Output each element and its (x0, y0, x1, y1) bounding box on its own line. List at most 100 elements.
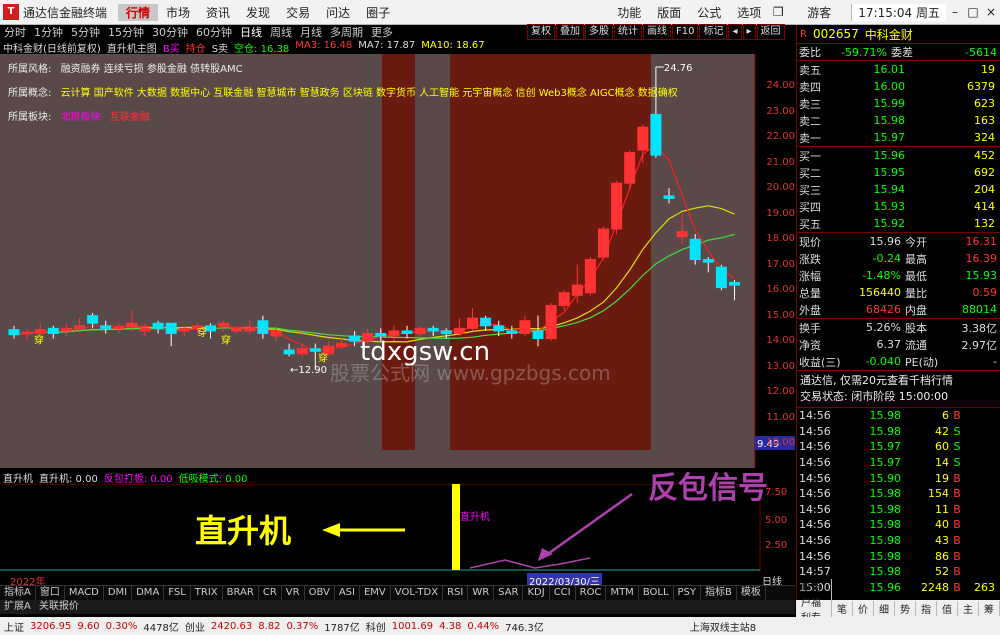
indicator-tab-模板[interactable]: 模板 (737, 586, 766, 600)
toolbar-next-icon[interactable]: ▸ (742, 24, 756, 40)
cy-label[interactable]: 创业 (185, 619, 205, 634)
toolbar-biaoji[interactable]: 标记 (699, 24, 728, 40)
indicator-tab-boll[interactable]: BOLL (639, 586, 674, 600)
board-tag-fintech[interactable]: 互联金融 (110, 112, 150, 123)
period-daily[interactable]: 日线 (236, 24, 266, 40)
toolbar-diejia[interactable]: 叠加 (556, 24, 584, 40)
sell-row[interactable]: 卖二 15.98 163 (797, 112, 1000, 129)
trade-ad[interactable]: 通达信, 仅需20元查看千档行情 (800, 373, 997, 389)
toolbar-tongji[interactable]: 统计 (614, 24, 642, 40)
indicator-tab-psy[interactable]: PSY (674, 586, 702, 600)
quote-panel: R 002657 中科金财 委比 -59.71% 委差 -5614 卖五 16.0… (796, 25, 1000, 617)
toolbar-fuquan[interactable]: 复权 (527, 24, 555, 40)
quote-tab[interactable]: 价 (853, 601, 874, 616)
stat-value: 15.93 (965, 269, 998, 282)
maximize-icon[interactable]: □ (964, 5, 982, 19)
sell-row[interactable]: 卖三 15.99 623 (797, 95, 1000, 112)
indicator-tab-窗口[interactable]: 窗口 (36, 586, 65, 600)
quote-tab[interactable]: 指 (916, 601, 937, 616)
menu-banmian[interactable]: 版面 (649, 4, 689, 21)
period-multi[interactable]: 多周期 (326, 24, 367, 40)
sell-price: 16.00 (873, 80, 906, 93)
minimize-icon[interactable]: – (946, 5, 964, 19)
board-tag-beijing[interactable]: 北京板块 (61, 112, 101, 123)
menu-zixun[interactable]: 资讯 (198, 4, 238, 21)
stat-value: 6.37 (876, 338, 902, 351)
indicator-tab-brar[interactable]: BRAR (223, 586, 259, 600)
indicator-tab-emv[interactable]: EMV (360, 586, 391, 600)
sell-volume: 324 (974, 131, 995, 144)
toolbar-duogu[interactable]: 多股 (585, 24, 613, 40)
indicator-name[interactable]: 直升机主图 (107, 40, 157, 55)
menu-gongshi[interactable]: 公式 (689, 4, 729, 21)
quote-tab[interactable]: 势 (895, 601, 916, 616)
indicator-tab-wr[interactable]: WR (468, 586, 495, 600)
price-tick: 10.00 (766, 437, 795, 448)
sh-label[interactable]: 上证 (4, 619, 24, 634)
quote-tab[interactable]: 笔 (832, 601, 853, 616)
toolbar-fanhui[interactable]: 返回 (756, 24, 785, 40)
guest-login[interactable]: 游客 (807, 4, 831, 21)
period-more[interactable]: 更多 (367, 24, 397, 40)
indicator-tab-asi[interactable]: ASI (335, 586, 360, 600)
period-1min[interactable]: 1分钟 (30, 24, 67, 40)
period-15min[interactable]: 15分钟 (104, 24, 148, 40)
indicator-tab-dmi[interactable]: DMI (104, 586, 133, 600)
stat-row: 外盘 68426 内盘 88014 (797, 301, 1000, 318)
toolbar-f10[interactable]: F10 (672, 24, 699, 40)
kc-label[interactable]: 科创 (366, 619, 386, 634)
indicator-tab-vol-tdx[interactable]: VOL-TDX (391, 586, 444, 600)
menu-xuanxiang[interactable]: 选项 (729, 4, 769, 21)
buy-row[interactable]: 买五 15.92 132 (797, 215, 1000, 232)
menu-wenda[interactable]: 问达 (318, 4, 358, 21)
tab-guanlian[interactable]: 关联报价 (35, 600, 83, 614)
period-weekly[interactable]: 周线 (266, 24, 296, 40)
restore-icon[interactable]: ❐ (769, 5, 787, 19)
indicator-tab-kdj[interactable]: KDJ (523, 586, 550, 600)
quote-tab[interactable]: 细 (874, 601, 895, 616)
buy-row[interactable]: 买四 15.93 414 (797, 198, 1000, 215)
period-monthly[interactable]: 月线 (296, 24, 326, 40)
indicator-tab-指标b[interactable]: 指标B (701, 586, 737, 600)
indicator-tab-sar[interactable]: SAR (494, 586, 524, 600)
sell-row[interactable]: 卖一 15.97 324 (797, 129, 1000, 146)
toolbar-huaxian[interactable]: 画线 (643, 24, 671, 40)
period-30min[interactable]: 30分钟 (148, 24, 192, 40)
toolbar-prev-icon[interactable]: ◂ (728, 24, 742, 40)
menu-shichang[interactable]: 市场 (158, 4, 198, 21)
indicator-tab-rsi[interactable]: RSI (443, 586, 469, 600)
indicator-tab-roc[interactable]: ROC (576, 586, 607, 600)
server-name[interactable]: 上海双线主站8 (690, 619, 756, 634)
indicator-tab-macd[interactable]: MACD (65, 586, 104, 600)
period-fenshi[interactable]: 分时 (0, 24, 30, 40)
quote-tab[interactable]: 值 (937, 601, 958, 616)
indicator-tab-mtm[interactable]: MTM (606, 586, 639, 600)
concept-tags: 云计算 国产软件 大数据 数据中心 互联金融 智慧城市 智慧政务 区块链 数字货… (60, 88, 678, 99)
tab-kuozhan-a[interactable]: 扩展A (0, 600, 35, 614)
menu-gongneng[interactable]: 功能 (609, 4, 649, 21)
quote-tab[interactable]: 筹 (979, 601, 1000, 616)
indicator-tab-vr[interactable]: VR (282, 586, 305, 600)
quote-tab[interactable]: 主 (958, 601, 979, 616)
indicator-tab-dma[interactable]: DMA (132, 586, 165, 600)
close-icon[interactable]: × (982, 5, 1000, 19)
menu-faxian[interactable]: 发现 (238, 4, 278, 21)
low-price-label: ←12.90 (290, 365, 327, 376)
sell-row[interactable]: 卖五 16.01 19 (797, 61, 1000, 78)
period-60min[interactable]: 60分钟 (192, 24, 236, 40)
indicator-tab-obv[interactable]: OBV (305, 586, 335, 600)
indicator-tab-指标a[interactable]: 指标A (0, 586, 36, 600)
indicator-tab-cci[interactable]: CCI (550, 586, 576, 600)
menu-quanzi[interactable]: 圈子 (358, 4, 398, 21)
buy-row[interactable]: 买二 15.95 692 (797, 164, 1000, 181)
menu-jiaoyi[interactable]: 交易 (278, 4, 318, 21)
indicator-tab-fsl[interactable]: FSL (164, 586, 191, 600)
sub-indicator-name[interactable]: 直升机 (3, 470, 33, 485)
buy-row[interactable]: 买三 15.94 204 (797, 181, 1000, 198)
indicator-tab-cr[interactable]: CR (259, 586, 282, 600)
sell-row[interactable]: 卖四 16.00 6379 (797, 78, 1000, 95)
menu-hangqing[interactable]: 行情 (118, 3, 159, 21)
buy-row[interactable]: 买一 15.96 452 (797, 147, 1000, 164)
period-5min[interactable]: 5分钟 (67, 24, 104, 40)
indicator-tab-trix[interactable]: TRIX (191, 586, 223, 600)
